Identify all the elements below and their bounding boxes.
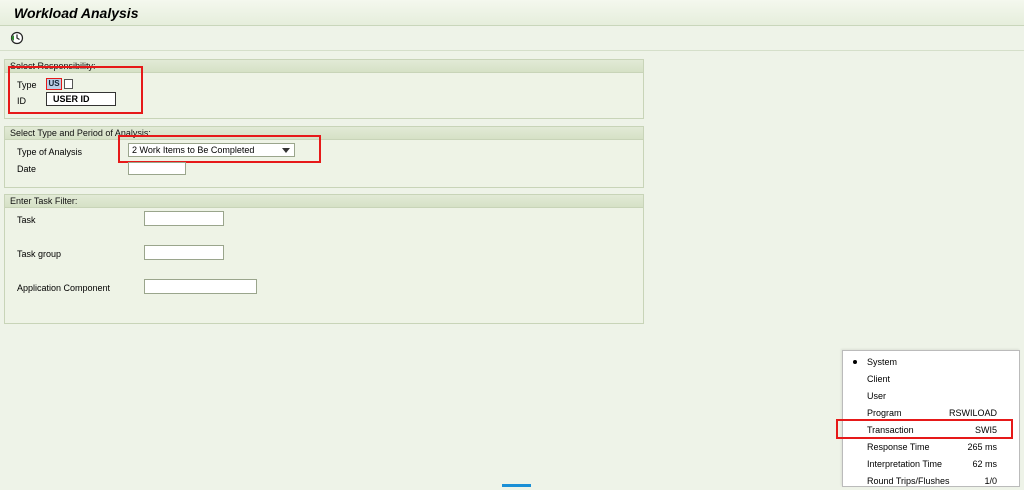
selected-bullet-icon <box>853 360 857 364</box>
status-item-round-trips[interactable]: Round Trips/Flushes 1/0 <box>843 473 1019 490</box>
window-title: Workload Analysis <box>14 5 139 21</box>
highlight-box-responsibility <box>8 66 143 114</box>
group-header: Enter Task Filter: <box>5 195 643 208</box>
status-item-response-time[interactable]: Response Time 265 ms <box>843 439 1019 456</box>
status-item-system[interactable]: System <box>843 354 1019 371</box>
status-item-interpretation-time[interactable]: Interpretation Time 62 ms <box>843 456 1019 473</box>
type-of-analysis-label: Type of Analysis <box>17 147 83 157</box>
title-bar: Workload Analysis <box>0 0 1024 26</box>
task-label: Task <box>17 215 36 225</box>
task-group-input[interactable] <box>144 245 224 260</box>
status-item-user[interactable]: User <box>843 388 1019 405</box>
task-filter-group: Enter Task Filter: <box>4 194 644 324</box>
analysis-group: Select Type and Period of Analysis: <box>4 126 644 188</box>
highlight-box-analysis <box>118 135 321 163</box>
highlight-box-transaction <box>836 419 1013 439</box>
execute-clock-icon[interactable] <box>10 31 24 45</box>
task-group-label: Task group <box>17 249 62 259</box>
application-component-input[interactable] <box>144 279 257 294</box>
task-input[interactable] <box>144 211 224 226</box>
date-input[interactable] <box>128 162 186 175</box>
application-toolbar <box>0 27 1024 51</box>
status-item-client[interactable]: Client <box>843 371 1019 388</box>
application-component-label: Application Component <box>17 283 111 293</box>
date-label: Date <box>17 164 37 174</box>
group-header: Select Type and Period of Analysis: <box>5 127 643 140</box>
